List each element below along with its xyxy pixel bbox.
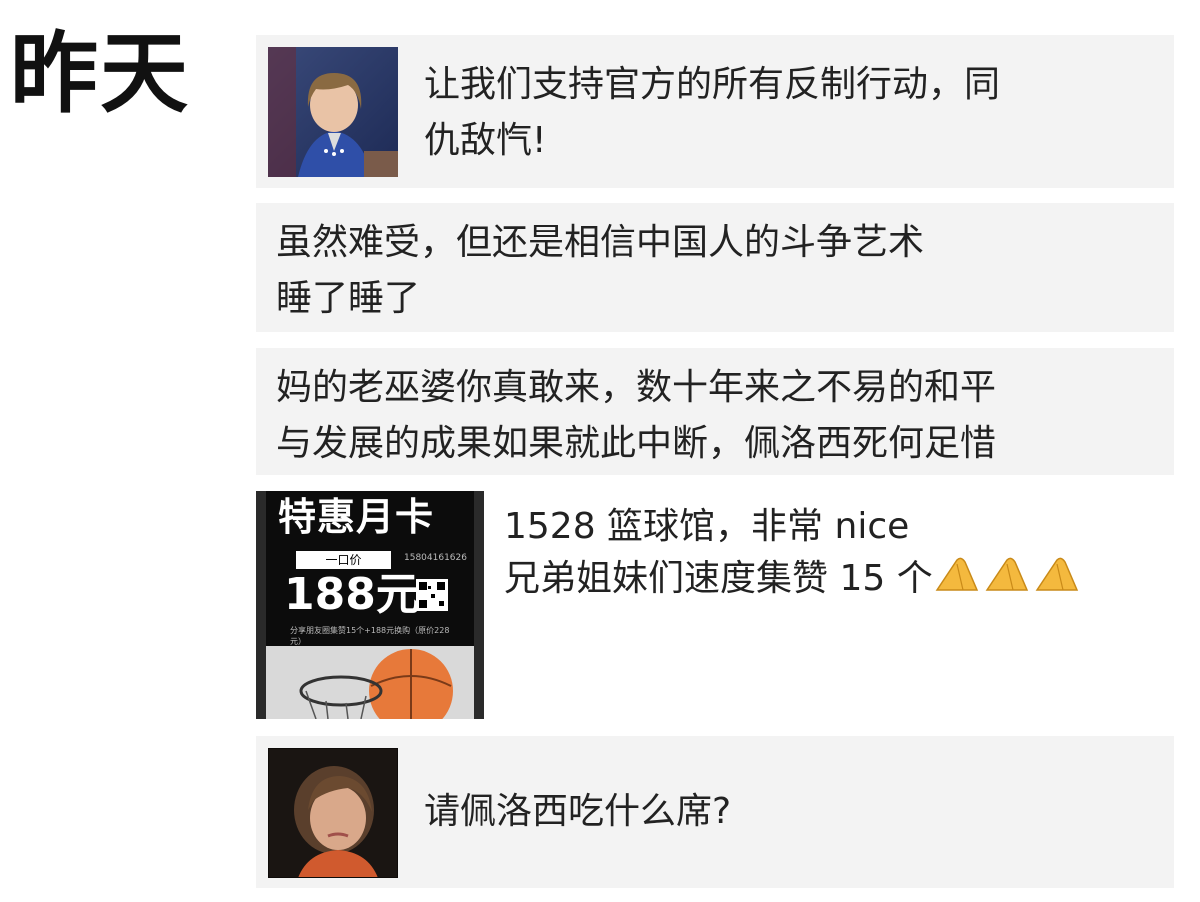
moment-post[interactable]: 虽然难受，但还是相信中国人的斗争艺术 睡了睡了 [256,203,1174,332]
post-text: 妈的老巫婆你真敢来，数十年来之不易的和平 与发展的成果如果就此中断，佩洛西死何足… [276,367,997,464]
post-text-line: 兄弟姐妹们速度集赞 15 个 [504,553,1164,609]
post-text: 虽然难受，但还是相信中国人的斗争艺术 睡了睡了 [276,222,925,319]
post-text: 1528 篮球馆，非常 nice 兄弟姐妹们速度集赞 15 个 [504,501,1164,609]
post-text: 请佩洛西吃什么席? [424,791,732,832]
moment-post[interactable]: 让我们支持官方的所有反制行动，同 仇敌忾! [256,35,1174,188]
poster-title: 特惠月卡 [278,495,435,539]
post-thumbnail[interactable]: 特惠月卡 一口价 15804161626 188元 分享朋友圈集赞15个+188… [256,491,484,719]
date-header: 昨天 [10,22,191,125]
moment-post[interactable]: 特惠月卡 一口价 15804161626 188元 分享朋友圈集赞15个+188… [256,491,1174,721]
poster-phone: 15804161626 [404,553,467,563]
post-thumbnail[interactable] [268,47,398,177]
poster-price-tag: 一口价 [296,551,391,569]
portrait-photo-icon [268,47,398,177]
moment-post[interactable]: 请佩洛西吃什么席? [256,736,1174,888]
folded-hands-icon [933,554,1081,609]
post-text: 让我们支持官方的所有反制行动，同 仇敌忾! [424,64,1001,161]
portrait-photo-icon [268,748,398,878]
post-text-line: 1528 篮球馆，非常 nice [504,506,910,547]
poster-caption: 分享朋友圈集赞15个+188元换购（原价228元） [290,626,450,646]
post-text-line-content: 兄弟姐妹们速度集赞 15 个 [504,558,933,599]
post-thumbnail[interactable] [268,748,398,878]
poster-price: 188元 [284,569,420,620]
moment-post[interactable]: 妈的老巫婆你真敢来，数十年来之不易的和平 与发展的成果如果就此中断，佩洛西死何足… [256,348,1174,475]
